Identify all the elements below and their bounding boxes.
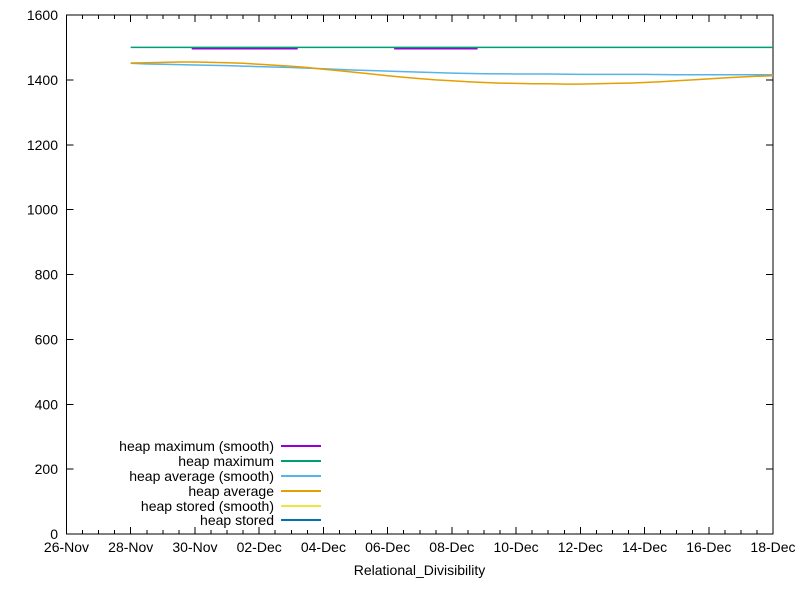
y-tick-label: 800 <box>35 267 59 283</box>
x-tick-label: 18-Dec <box>750 539 795 555</box>
legend-line-sample <box>281 504 321 507</box>
x-tick-label: 10-Dec <box>494 539 539 555</box>
legend-line-sample <box>281 460 321 463</box>
legend-label: heap average <box>188 482 274 499</box>
y-tick-label: 600 <box>35 331 59 347</box>
x-axis-title: Relational_Divisibility <box>353 562 486 578</box>
y-tick-label: 1400 <box>27 72 58 88</box>
legend-label: heap stored (smooth) <box>140 497 274 514</box>
y-tick-label: 0 <box>50 526 58 542</box>
y-tick-label: 1200 <box>27 137 58 153</box>
legend-entry: heap stored <box>60 512 321 529</box>
legend: heap maximum (smooth) heap maximum heap av… <box>60 438 321 529</box>
y-tick-label: 400 <box>35 396 59 412</box>
x-tick-label: 30-Nov <box>172 539 217 555</box>
x-tick-label: 28-Nov <box>108 539 153 555</box>
x-tick-label: 12-Dec <box>558 539 603 555</box>
legend-label: heap maximum (smooth) <box>119 438 274 455</box>
x-tick-label: 14-Dec <box>622 539 667 555</box>
legend-entry: heap average (smooth) <box>60 468 321 484</box>
chart: 26-Nov 28-Nov 30-Nov 02-Dec 04-Dec 06-Dec 08-D… <box>0 0 800 600</box>
y-tick-label: 200 <box>35 461 59 477</box>
legend-label: heap maximum <box>178 453 274 470</box>
legend-entry: heap maximum <box>60 453 321 470</box>
x-tick-label: 04-Dec <box>301 539 346 555</box>
legend-line-sample <box>281 474 321 477</box>
series-line-heap-average-smooth- <box>130 62 773 76</box>
x-tick-label: 08-Dec <box>429 539 474 555</box>
legend-entry: heap stored (smooth) <box>60 497 321 514</box>
legend-line-sample <box>281 445 321 448</box>
y-tick-label: 1000 <box>27 202 58 218</box>
legend-label: heap stored <box>200 512 274 529</box>
legend-entry: heap maximum (smooth) <box>60 438 321 455</box>
legend-label: heap average (smooth) <box>129 468 274 484</box>
legend-entry: heap average <box>60 482 321 499</box>
legend-line-sample <box>281 489 321 492</box>
legend-line-sample <box>281 519 321 522</box>
y-tick-label: 1600 <box>27 7 58 23</box>
x-tick-label: 02-Dec <box>237 539 282 555</box>
x-tick-label: 06-Dec <box>365 539 410 555</box>
x-tick-label: 16-Dec <box>686 539 731 555</box>
